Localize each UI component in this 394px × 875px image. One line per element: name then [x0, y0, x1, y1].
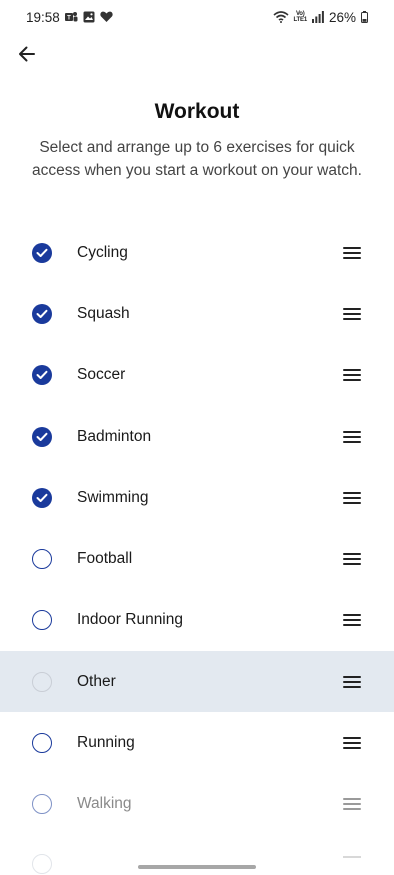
arrow-left-icon	[19, 46, 35, 62]
exercise-row[interactable]: Soccer	[0, 345, 394, 406]
checkmark-icon	[36, 493, 48, 502]
checkmark-icon	[36, 432, 48, 441]
drag-handle-icon[interactable]	[343, 307, 361, 320]
checkbox[interactable]	[32, 794, 52, 815]
status-right: Vo) LTE1 26%	[273, 10, 368, 25]
checkmark-icon	[36, 371, 48, 380]
wifi-icon	[273, 11, 289, 23]
drag-handle-icon[interactable]	[343, 430, 361, 443]
drag-handle-icon[interactable]	[343, 246, 361, 259]
exercise-label: Badminton	[77, 427, 152, 445]
checkbox[interactable]	[32, 549, 52, 570]
exercise-label: Football	[77, 550, 133, 568]
exercise-label: Swimming	[77, 488, 149, 506]
checkbox[interactable]	[32, 733, 52, 754]
drag-handle-icon[interactable]	[343, 369, 361, 382]
exercise-label: Walking	[77, 795, 132, 813]
checkmark-icon	[36, 248, 48, 257]
checkbox[interactable]	[32, 487, 52, 508]
exercise-row[interactable]: Cycling	[0, 222, 394, 283]
exercise-label: Squash	[77, 304, 130, 322]
page-subtitle: Select and arrange up to 6 exercises for…	[32, 139, 362, 179]
svg-text:T: T	[67, 16, 71, 22]
exercise-label: Other	[77, 672, 116, 690]
exercise-row[interactable]: Football	[0, 528, 394, 589]
drag-handle-icon[interactable]	[343, 737, 361, 750]
exercise-row[interactable]: Walking	[0, 774, 394, 835]
page-title: Workout	[154, 100, 240, 123]
checkbox[interactable]	[32, 610, 52, 631]
checkbox[interactable]	[32, 242, 52, 263]
checkmark-icon	[36, 309, 48, 318]
exercise-row-partial	[0, 850, 394, 875]
exercise-list: Cycling Squash Soccer Badminton Swimming…	[0, 222, 394, 835]
battery-percent: 26%	[328, 9, 356, 25]
status-time: 19:58	[26, 9, 60, 25]
drag-handle-icon[interactable]	[343, 675, 361, 688]
exercise-row[interactable]: Squash	[0, 283, 394, 344]
checkbox[interactable]	[32, 365, 52, 386]
drag-handle-icon[interactable]	[343, 798, 361, 811]
exercise-row[interactable]: Swimming	[0, 467, 394, 528]
drag-handle-icon[interactable]	[343, 491, 361, 504]
exercise-row[interactable]: Running	[0, 712, 394, 773]
back-button[interactable]	[14, 41, 40, 67]
exercise-label: Cycling	[77, 243, 128, 261]
battery-icon	[361, 11, 368, 23]
gallery-icon	[83, 11, 95, 23]
drag-handle-icon[interactable]	[343, 553, 361, 566]
status-left: 19:58 T	[26, 10, 113, 25]
checkbox[interactable]	[32, 426, 52, 447]
exercise-label: Indoor Running	[77, 611, 183, 629]
teams-icon: T	[64, 11, 78, 23]
checkbox[interactable]	[32, 303, 52, 324]
home-indicator[interactable]	[138, 865, 256, 869]
exercise-label: Soccer	[77, 366, 126, 384]
exercise-label: Running	[77, 734, 135, 752]
exercise-row[interactable]: Badminton	[0, 406, 394, 467]
checkbox	[32, 854, 52, 874]
checkbox[interactable]	[32, 671, 52, 692]
drag-handle-icon[interactable]	[343, 614, 361, 627]
heart-icon	[100, 11, 113, 23]
status-bar: 19:58 T Vo) LTE1 26%	[0, 0, 394, 34]
exercise-row-dragging[interactable]: Other	[0, 651, 394, 713]
exercise-row[interactable]: Indoor Running	[0, 590, 394, 651]
signal-icon	[311, 11, 324, 23]
drag-handle-icon	[343, 856, 361, 858]
volte-lte-icon: Vo) LTE1	[293, 11, 308, 23]
